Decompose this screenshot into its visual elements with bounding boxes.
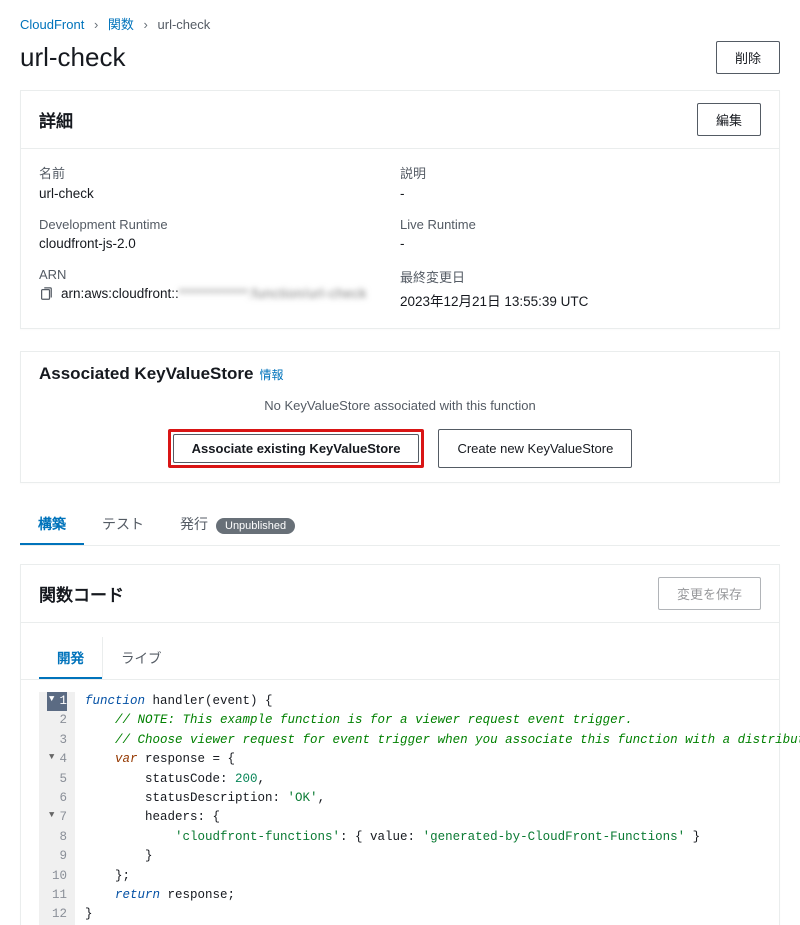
code-editor[interactable]: 1▼234▼567▼89101112 function handler(even… [39,692,761,925]
dev-runtime-label: Development Runtime [39,217,400,232]
last-modified-value: 2023年12月21日 13:55:39 UTC [400,290,761,310]
description-value: - [400,186,761,201]
kvs-info-link[interactable]: 情報 [259,368,283,382]
page-title: url-check [20,42,125,73]
unpublished-badge: Unpublished [216,518,295,534]
associate-kvs-button[interactable]: Associate existing KeyValueStore [173,434,420,463]
details-heading: 詳細 [39,107,73,132]
chevron-right-icon: › [94,17,98,32]
function-tabs: 構築 テスト 発行Unpublished [20,505,780,546]
breadcrumb-current: url-check [158,17,211,32]
breadcrumb-link-functions[interactable]: 関数 [108,17,134,32]
copy-icon[interactable] [39,287,53,301]
code-panel: 関数コード 変更を保存 開発 ライブ 1▼234▼567▼89101112 fu… [20,564,780,925]
tab-test[interactable]: テスト [84,505,162,545]
create-kvs-button[interactable]: Create new KeyValueStore [438,429,632,468]
sub-tab-live[interactable]: ライブ [102,637,180,679]
description-label: 説明 [400,163,761,182]
dev-runtime-value: cloudfront-js-2.0 [39,236,400,251]
name-label: 名前 [39,163,400,182]
tab-build[interactable]: 構築 [20,505,84,545]
breadcrumb: CloudFront › 関数 › url-check [20,14,780,33]
code-heading: 関数コード [39,581,124,606]
details-panel: 詳細 編集 名前 url-check Development Runtime c… [20,90,780,329]
kvs-empty-message: No KeyValueStore associated with this fu… [21,398,779,413]
tab-publish[interactable]: 発行Unpublished [162,505,313,545]
live-runtime-value: - [400,236,761,251]
chevron-right-icon: › [144,17,148,32]
arn-label: ARN [39,267,400,282]
last-modified-label: 最終変更日 [400,267,761,286]
delete-button[interactable]: 削除 [716,41,780,74]
code-sub-tabs: 開発 ライブ [21,637,779,680]
kvs-heading: Associated KeyValueStore情報 [39,364,284,384]
kvs-panel: Associated KeyValueStore情報 No KeyValueSt… [20,351,780,483]
edit-button[interactable]: 編集 [697,103,761,136]
name-value: url-check [39,186,400,201]
breadcrumb-link-cloudfront[interactable]: CloudFront [20,17,84,32]
save-changes-button[interactable]: 変更を保存 [658,577,761,610]
arn-value: arn:aws:cloudfront::************:functio… [61,286,367,301]
sub-tab-development[interactable]: 開発 [39,637,102,679]
live-runtime-label: Live Runtime [400,217,761,232]
highlight-annotation: Associate existing KeyValueStore [168,429,425,468]
